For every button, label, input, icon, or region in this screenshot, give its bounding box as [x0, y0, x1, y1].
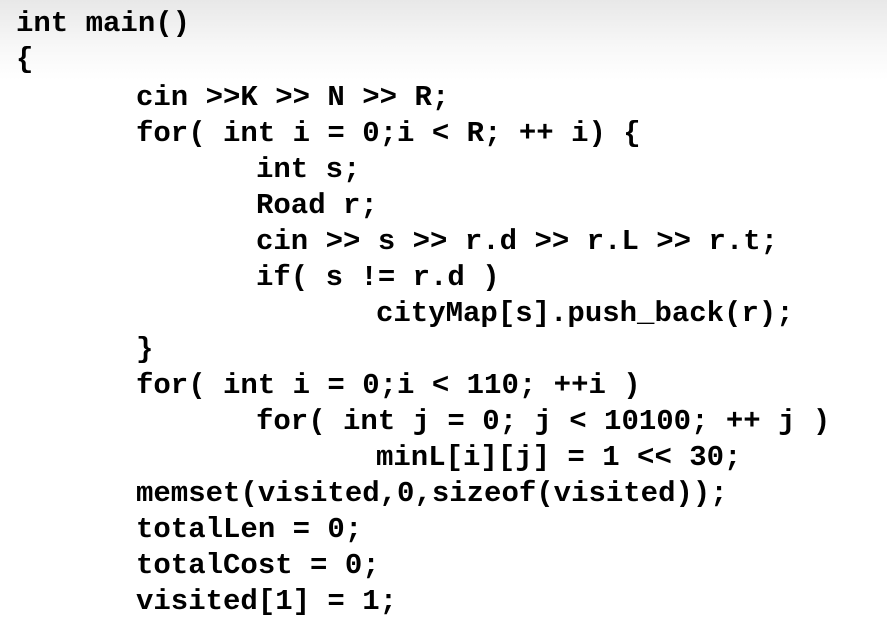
code-line: totalCost = 0;	[136, 549, 380, 582]
code-line: totalLen = 0;	[136, 513, 363, 546]
code-line: {	[16, 43, 34, 76]
code-line: cin >>K >> N >> R;	[136, 81, 450, 114]
code-line: for( int i = 0;i < 110; ++i )	[136, 369, 641, 402]
code-line: cityMap[s].push_back(r);	[376, 297, 794, 330]
code-line: minL[i][j] = 1 << 30;	[376, 441, 742, 474]
code-line: int main()	[16, 7, 191, 40]
code-listing: int main() { cin >>K >> N >> R; for( int…	[0, 0, 887, 630]
code-line: Road r;	[256, 189, 378, 222]
code-line: visited[1] = 1;	[136, 585, 398, 618]
code-line: int s;	[256, 153, 361, 186]
code-line: cin >> s >> r.d >> r.L >> r.t;	[256, 225, 779, 258]
code-line: }	[136, 333, 154, 366]
code-line: memset(visited,0,sizeof(visited));	[136, 477, 728, 510]
code-line: for( int j = 0; j < 10100; ++ j )	[256, 405, 831, 438]
code-line: if( s != r.d )	[256, 261, 500, 294]
code-line: for( int i = 0;i < R; ++ i) {	[136, 117, 641, 150]
